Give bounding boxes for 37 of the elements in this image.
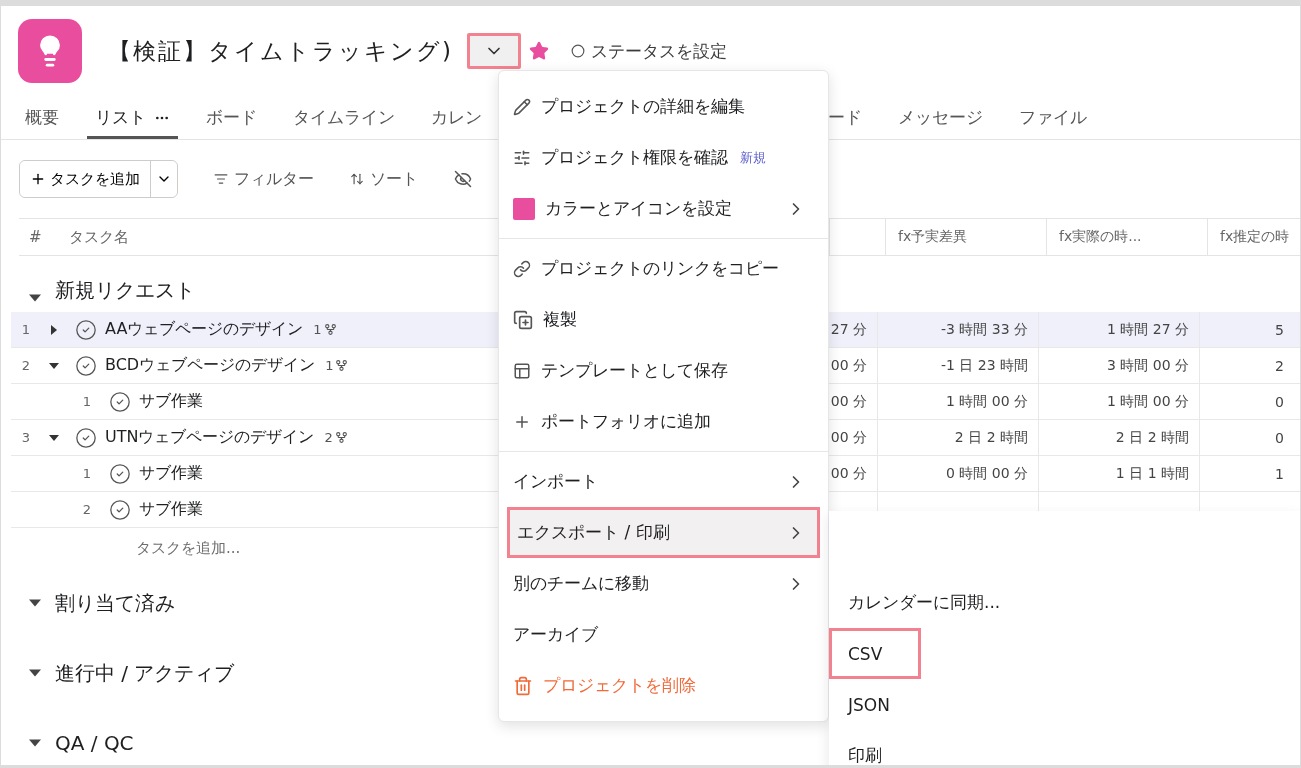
row-number: 1 xyxy=(81,466,92,481)
row-number: 2 xyxy=(20,358,32,373)
task-name: AAウェブページのデザイン xyxy=(105,319,304,340)
table-cell: 5 xyxy=(1199,312,1294,347)
table-cell: 2 日 2 時間 xyxy=(877,420,1038,455)
table-cell: -1 日 23 時間 xyxy=(877,348,1038,383)
table-cell: 2 xyxy=(1199,348,1294,383)
table-cell: 0 xyxy=(1199,420,1294,455)
task-name: UTNウェブページのデザイン xyxy=(105,427,315,448)
table-cell: 0 時間 00 分 xyxy=(877,456,1038,491)
section-title: 割り当て済み xyxy=(55,589,175,617)
new-label: 新規 xyxy=(740,148,766,167)
task-name: BCDウェブページのデザイン xyxy=(105,355,316,376)
project-title: 【検証】タイムトラッキング) xyxy=(108,36,453,66)
section-title: 新規リクエスト xyxy=(55,277,195,304)
table-cell: 1 日 1 時間 xyxy=(1038,456,1199,491)
table-cell: 3 時間 00 分 xyxy=(1038,348,1199,383)
table-cell: 2 日 2 時間 xyxy=(1038,420,1199,455)
task-name: サブ作業 xyxy=(139,391,203,412)
table-cell: -3 時間 33 分 xyxy=(877,312,1038,347)
section-title: QA / QC xyxy=(55,731,134,755)
table-cell: 0 xyxy=(1199,384,1294,419)
task-name: サブ作業 xyxy=(139,463,203,484)
subtask-count: 1 xyxy=(325,358,349,373)
table-cell: 1 時間 00 分 xyxy=(1038,384,1199,419)
row-number: 2 xyxy=(81,502,92,517)
table-cell: 1 時間 00 分 xyxy=(877,384,1038,419)
table-cell: 1 xyxy=(1199,456,1294,491)
subtask-count: 1 xyxy=(313,322,337,337)
row-number: 1 xyxy=(20,322,32,337)
row-number: 3 xyxy=(20,430,32,445)
table-cell: 1 時間 27 分 xyxy=(1038,312,1199,347)
column-header: # xyxy=(28,228,43,246)
subtask-count: 2 xyxy=(324,430,348,445)
section-title: 進行中 / アクティブ xyxy=(55,659,235,687)
row-number: 1 xyxy=(81,394,92,409)
task-name: サブ作業 xyxy=(139,499,203,520)
